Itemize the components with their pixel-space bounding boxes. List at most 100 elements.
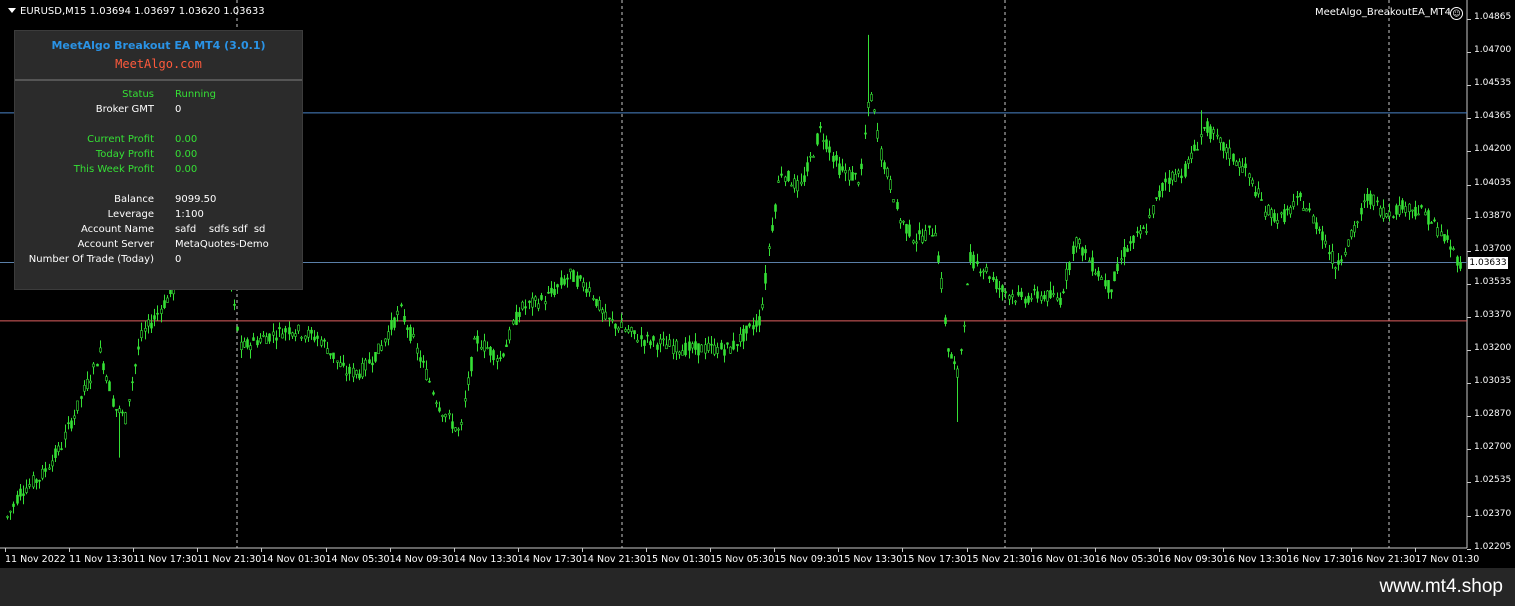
candle-body	[16, 494, 19, 504]
candle-body	[336, 360, 339, 363]
candle-body	[249, 345, 252, 351]
candle-body	[809, 155, 812, 158]
candle-body	[1228, 147, 1231, 159]
candle-body	[1036, 291, 1039, 299]
candle-body	[1084, 249, 1087, 254]
candle-body	[112, 398, 115, 407]
candle-body	[320, 339, 323, 346]
candle-body	[889, 179, 892, 190]
candle-body	[1337, 260, 1340, 265]
candle-body	[25, 487, 28, 493]
candle-body	[585, 288, 588, 293]
candle-body	[620, 321, 623, 328]
price-axis-tick	[1467, 118, 1471, 120]
candle-body	[835, 155, 838, 161]
candle-body	[1081, 247, 1084, 256]
candle-body	[1427, 210, 1430, 225]
time-axis-label: 16 Nov 13:30	[1222, 554, 1287, 565]
candle-body	[796, 180, 799, 192]
time-axis-tick	[453, 548, 455, 552]
candle-body	[473, 337, 476, 340]
candle-body	[278, 327, 281, 330]
candle-body	[832, 155, 835, 162]
price-axis-label: 1.03035	[1474, 376, 1512, 387]
candle-body	[1152, 205, 1155, 215]
candle-body	[313, 336, 316, 341]
candle-body	[531, 297, 534, 308]
time-axis-label: 11 Nov 2022	[5, 554, 66, 565]
candle-body	[1372, 194, 1375, 207]
candle-body	[1097, 270, 1100, 277]
price-axis-tick	[1467, 52, 1471, 54]
price-axis-label: 1.02370	[1474, 508, 1512, 519]
candle-body	[460, 422, 463, 425]
info-label: Account Server	[77, 239, 154, 250]
info-value: 0.00	[175, 134, 198, 145]
candle-body	[323, 339, 326, 342]
time-axis-label: 15 Nov 21:30	[966, 554, 1031, 565]
candle-body	[1257, 188, 1260, 195]
price-axis-tick	[1467, 283, 1471, 285]
candle-body	[953, 361, 956, 365]
candle-body	[553, 289, 556, 295]
candle-body	[1004, 291, 1007, 294]
candle-body	[1100, 277, 1103, 280]
price-axis-label: 1.04700	[1474, 45, 1512, 56]
candle-body	[1011, 294, 1014, 298]
candle-body	[444, 414, 447, 418]
candle-body	[633, 330, 636, 335]
candle-body	[518, 312, 521, 317]
info-row-account-server: Account Server MetaQuotes-Demo	[15, 239, 302, 254]
panel-website: MeetAlgo.com	[115, 57, 202, 71]
info-value: 0.00	[175, 149, 198, 160]
time-axis-label: 11 Nov 13:30	[69, 554, 134, 565]
price-chart[interactable]: EURUSD,M15 1.03694 1.03697 1.03620 1.036…	[0, 0, 1515, 568]
candle-body	[86, 379, 89, 389]
candle-body	[742, 328, 745, 342]
price-axis-label: 1.02870	[1474, 409, 1512, 420]
candle-body	[307, 329, 310, 338]
candle-body	[707, 342, 710, 351]
candle-body	[1123, 247, 1126, 257]
info-row-account-name: Account Name safd sdfs sdf sd	[15, 224, 302, 239]
candle-body	[457, 428, 460, 431]
expert-advisor-label[interactable]: MeetAlgo_BreakoutEA_MT4	[1315, 7, 1451, 18]
candle-body	[1241, 166, 1244, 173]
candle-body	[860, 163, 863, 170]
info-label: Broker GMT	[95, 104, 154, 115]
candle-body	[1443, 234, 1446, 242]
candle-body	[972, 254, 975, 269]
candle-body	[582, 282, 585, 288]
chevron-down-icon[interactable]	[8, 8, 16, 13]
candle-body	[294, 333, 297, 337]
candle-body	[1196, 149, 1199, 151]
candle-body	[22, 493, 25, 496]
watermark-text: www.mt4.shop	[1379, 576, 1503, 597]
candle-body	[560, 277, 563, 286]
candle-body	[390, 320, 393, 330]
candle-body	[118, 408, 121, 413]
time-axis-label: 16 Nov 21:30	[1351, 554, 1416, 565]
candle-body	[732, 340, 735, 350]
candle-body	[595, 298, 598, 307]
candle-body	[876, 130, 879, 139]
candle-body	[416, 347, 419, 354]
candle-body	[934, 232, 937, 237]
candle-body	[364, 359, 367, 371]
candle-body	[758, 316, 761, 326]
smiley-icon[interactable]: ☺	[1450, 7, 1463, 20]
time-axis-tick	[1030, 548, 1032, 552]
info-row-status: Status Running	[15, 89, 302, 104]
candle-body	[1091, 257, 1094, 272]
candle-body	[1104, 280, 1107, 287]
candle-body	[838, 163, 841, 175]
price-axis-tick	[1467, 151, 1471, 153]
price-axis-label: 1.02535	[1474, 475, 1512, 486]
candle-body	[156, 312, 159, 315]
candle-body	[1132, 235, 1135, 243]
candle-body	[1225, 147, 1228, 154]
candle-body	[1120, 258, 1123, 261]
candle-body	[566, 277, 569, 280]
candle-body	[252, 337, 255, 341]
candle-body	[128, 399, 131, 402]
